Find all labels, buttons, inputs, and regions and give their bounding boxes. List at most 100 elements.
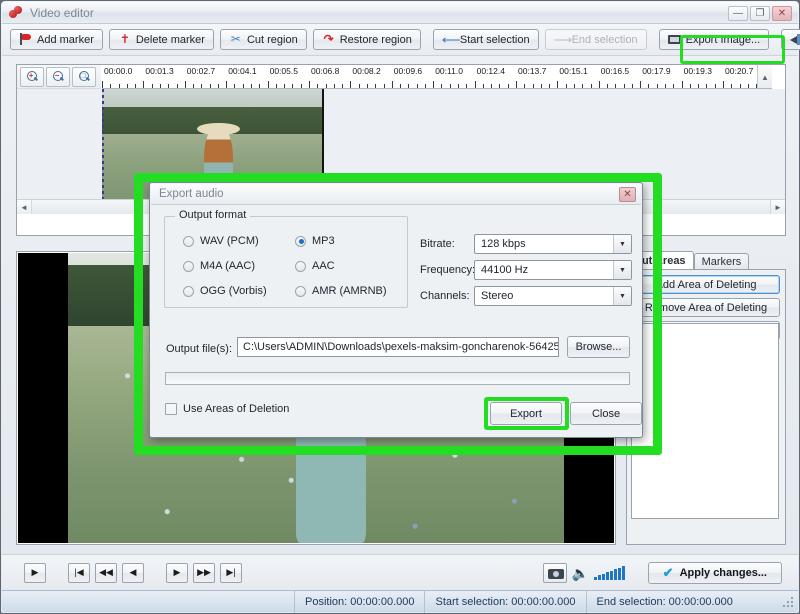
radio-wav-pcm[interactable]: WAV (PCM) [183,235,259,247]
cut-region-button[interactable]: ✂ Cut region [219,29,307,50]
volume-bar [610,570,613,580]
ruler-label: 00:08.2 [352,66,381,76]
camera-icon[interactable] [542,562,567,583]
ruler-tick [474,81,476,88]
restore-region-button[interactable]: ↷ Restore region [312,29,421,50]
ruler-label: 00:06.8 [311,66,340,76]
zoom-out-button[interactable]: − [46,66,70,87]
tab-markers[interactable]: Markers [693,253,750,270]
timeline-ruler[interactable]: 00:00.0 00:01.3 00:02.7 00:04.1 00:05.5 00:06… [102,65,772,89]
side-panel-tabs: Cut Areas Markers [626,251,750,270]
ruler-scroll-up-button[interactable]: ▲ [757,65,772,88]
close-button[interactable]: ✕ [772,6,792,21]
ruler-tick [739,84,741,88]
ruler-label: 00:12.4 [476,66,505,76]
chevron-down-icon: ▼ [613,261,631,279]
ruler-label: 00:17.9 [642,66,671,76]
ruler-tick [590,84,592,88]
end-selection-button: ⟶ End selection [544,29,647,50]
ruler-tick [159,84,161,88]
use-areas-of-deletion-label: Use Areas of Deletion [183,403,290,415]
ruler-tick [234,84,236,88]
chevron-down-icon: ▼ [613,287,631,305]
zoom-fit-button[interactable]: □ [72,66,96,87]
ruler-tick [193,84,195,88]
channels-select[interactable]: Stereo ▼ [474,286,632,306]
step-forward-button[interactable]: ▶ [166,562,188,583]
bitrate-select[interactable]: 128 kbps ▼ [474,234,632,254]
delete-marker-button[interactable]: ✝ Delete marker [108,29,214,50]
ruler-tick [656,84,658,88]
export-audio-button[interactable]: Export Audio... [781,29,800,50]
cut-areas-list[interactable] [631,323,779,519]
ruler-tick [391,81,393,88]
ruler-label: 00:09.6 [393,66,423,76]
ruler-tick [292,84,294,88]
scroll-right-button[interactable]: ► [770,200,785,214]
close-button-dialog[interactable]: Close [570,402,642,425]
zoom-in-button[interactable]: + [20,66,44,87]
ruler-tick [226,81,228,88]
zoom-out-icon: − [52,71,64,82]
status-end-selection: End selection: 00:00:00.000 [585,590,743,613]
radio-icon-selected [295,235,306,247]
radio-mp3[interactable]: MP3 [295,235,335,247]
radio-icon [295,260,306,272]
apply-changes-button[interactable]: ✔ Apply changes... [647,561,782,584]
radio-aac[interactable]: AAC [295,260,335,272]
ruler-tick [623,84,625,88]
speaker-icon[interactable]: 🔈 [572,566,589,580]
ruler-tick [342,84,344,88]
play-button[interactable]: ▶ [24,562,46,583]
radio-icon [183,285,194,297]
remove-area-of-deleting-button[interactable]: Remove Area of Deleting [632,298,780,317]
go-to-start-button[interactable]: |◀ [68,562,90,583]
add-marker-button[interactable]: Add marker [10,29,103,50]
flag-icon [19,33,33,46]
playhead-cursor[interactable] [102,89,104,214]
output-file-input[interactable]: C:\Users\ADMIN\Downloads\pexels-maksim-g… [237,337,559,357]
use-areas-of-deletion-checkbox[interactable]: Use Areas of Deletion [165,403,289,415]
restore-icon: ↷ [323,32,334,46]
ruler-tick [251,84,253,88]
add-area-of-deleting-button[interactable]: Add Area of Deleting [632,275,780,294]
browse-button[interactable]: Browse... [567,336,630,358]
ruler-tick [300,84,302,88]
go-to-end-button[interactable]: ▶| [220,562,242,583]
ruler-tick [408,84,410,88]
radio-aac-label: AAC [312,260,335,272]
scroll-left-button[interactable]: ◄ [17,200,32,214]
start-selection-button[interactable]: ⟵ Start selection [432,29,539,50]
radio-m4a-aac[interactable]: M4A (AAC) [183,260,255,272]
ruler-tick [102,81,103,88]
radio-ogg-vorbis-label: OGG (Vorbis) [200,285,267,297]
ruler-tick [665,84,667,88]
ruler-tick [516,81,517,88]
ruler-tick [507,84,509,88]
export-image-button[interactable]: Export Image... [658,29,770,50]
rewind-button[interactable]: ◀◀ [95,562,117,583]
maximize-button[interactable]: ❐ [750,6,770,21]
export-button[interactable]: Export [490,402,562,425]
fast-forward-button[interactable]: ▶▶ [193,562,215,583]
ruler-tick [549,84,551,88]
channels-label: Channels: [420,290,470,302]
volume-slider[interactable] [594,566,625,580]
step-back-button[interactable]: ◀ [122,562,144,583]
ruler-tick [209,84,211,88]
radio-ogg-vorbis[interactable]: OGG (Vorbis) [183,285,267,297]
restore-region-label: Restore region [339,33,412,46]
dialog-close-icon[interactable]: ✕ [619,187,636,202]
bitrate-label: Bitrate: [420,238,455,250]
audio-icon [790,33,800,46]
ruler-tick [143,81,145,88]
radio-amr-amrnb[interactable]: AMR (AMRNB) [295,285,387,297]
minimize-button[interactable]: — [728,6,748,21]
start-selection-label: Start selection [459,33,530,46]
ruler-tick [350,81,352,88]
ruler-label: 00:13.7 [518,66,547,76]
frequency-select[interactable]: 44100 Hz ▼ [474,260,632,280]
resize-grip[interactable] [782,596,794,608]
ruler-tick [714,84,716,88]
ruler-tick [176,84,178,88]
